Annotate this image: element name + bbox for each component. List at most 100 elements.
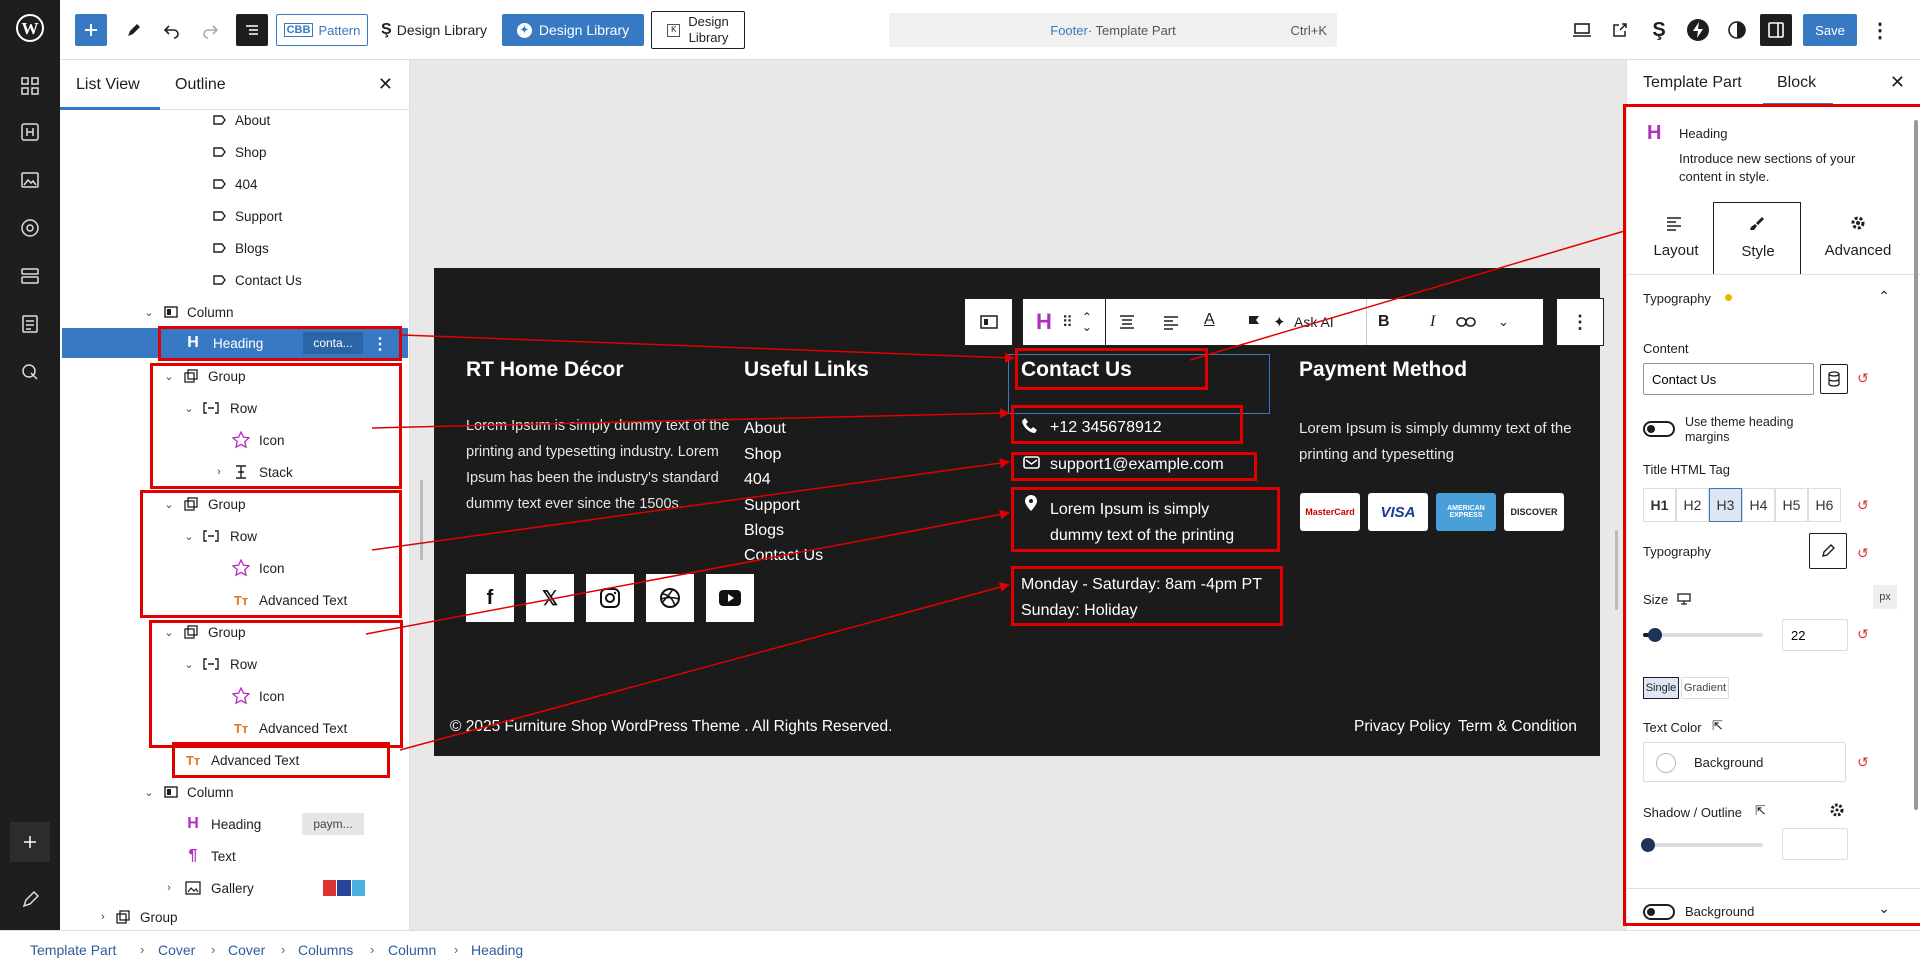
ask-ai-button[interactable]: Ask AI: [1294, 314, 1334, 330]
tab-block[interactable]: Block: [1777, 74, 1816, 92]
block-options-icon[interactable]: ⋮: [1556, 298, 1604, 346]
list-item[interactable]: › Group: [60, 905, 408, 929]
external-link-icon[interactable]: [1606, 14, 1634, 46]
dribbble-icon[interactable]: [646, 574, 694, 622]
chevron-down-icon[interactable]: ⌄: [182, 657, 196, 671]
list-item[interactable]: Tт Advanced Text: [60, 745, 408, 775]
panel-scrollbar[interactable]: [1914, 120, 1918, 810]
brand-heading[interactable]: RT Home Décor: [466, 358, 624, 382]
list-item[interactable]: › Gallery: [60, 873, 408, 903]
lightning-icon[interactable]: [1684, 14, 1712, 46]
list-item[interactable]: ⌄ Row: [60, 521, 408, 551]
gradient-color-button[interactable]: Gradient: [1681, 677, 1729, 699]
link-icon[interactable]: [1456, 315, 1476, 329]
reset-icon[interactable]: ↺: [1857, 545, 1869, 562]
content-input[interactable]: [1643, 363, 1814, 395]
unit-selector[interactable]: px: [1873, 585, 1897, 609]
align-text-icon[interactable]: [1162, 313, 1180, 331]
reset-icon[interactable]: ↺: [1857, 754, 1869, 771]
list-item[interactable]: Tт Advanced Text: [60, 713, 408, 743]
list-item[interactable]: Contact Us: [60, 265, 408, 295]
footer-link-blogs[interactable]: Blogs: [744, 522, 784, 540]
chevron-down-icon[interactable]: ⌄: [162, 625, 176, 639]
list-item[interactable]: About: [60, 105, 408, 135]
contact-address[interactable]: Lorem Ipsum is simply dummy text of the …: [1050, 497, 1234, 549]
payment-text[interactable]: Lorem Ipsum is simply dummy text of the …: [1299, 416, 1589, 468]
desktop-preview-icon[interactable]: [1568, 14, 1596, 46]
list-item[interactable]: ¶ Text: [60, 841, 408, 871]
list-item[interactable]: ⌄ Row: [60, 649, 408, 679]
patterns-icon[interactable]: [14, 70, 46, 102]
chevron-right-icon[interactable]: ›: [96, 910, 110, 924]
design-library-button-1[interactable]: Ş Design Library: [378, 14, 490, 46]
chevron-down-icon[interactable]: ⌄: [1878, 900, 1890, 917]
footer-link-shop[interactable]: Shop: [744, 446, 781, 464]
tab-style[interactable]: Style: [1713, 202, 1801, 274]
close-icon[interactable]: ✕: [1890, 72, 1905, 93]
footer-link-support[interactable]: Support: [744, 497, 800, 515]
chevron-down-icon[interactable]: ⌄: [162, 497, 176, 511]
pencil-icon[interactable]: [14, 884, 46, 916]
footer-link-404[interactable]: 404: [744, 471, 771, 489]
tag-h6-button[interactable]: H6: [1808, 488, 1841, 522]
pages-icon[interactable]: [14, 308, 46, 340]
text-color-icon[interactable]: A: [1204, 311, 1215, 329]
breadcrumb-column[interactable]: Column: [388, 942, 436, 958]
list-item-selected[interactable]: H Heading conta... ⋮: [62, 328, 408, 358]
breadcrumb-template-part[interactable]: Template Part: [30, 942, 116, 958]
slider-thumb[interactable]: [1648, 628, 1662, 642]
inserter-button[interactable]: [75, 14, 107, 46]
close-icon[interactable]: ✕: [378, 74, 393, 95]
breadcrumb-cover-1[interactable]: Cover: [158, 942, 195, 958]
chevron-down-icon[interactable]: ⌄: [182, 529, 196, 543]
options-menu-icon[interactable]: ⋮: [372, 334, 388, 354]
gear-icon[interactable]: [1829, 802, 1845, 818]
shadow-slider[interactable]: [1641, 838, 1763, 852]
undo-icon[interactable]: [158, 14, 186, 46]
chevron-down-icon[interactable]: ⌄: [142, 305, 156, 319]
tag-h3-button[interactable]: H3: [1709, 488, 1742, 522]
list-item[interactable]: ⌄ Column: [60, 297, 408, 327]
heading-icon[interactable]: H: [1036, 309, 1052, 335]
chevron-down-icon[interactable]: ⌄: [182, 401, 196, 415]
chevron-down-icon[interactable]: ⌄: [1498, 314, 1509, 330]
list-item[interactable]: ⌄ Row: [60, 393, 408, 423]
list-item[interactable]: Icon: [60, 553, 408, 583]
tab-template-part[interactable]: Template Part: [1643, 74, 1742, 92]
links-heading[interactable]: Useful Links: [744, 358, 869, 382]
list-item[interactable]: › Stack: [60, 457, 408, 487]
reset-icon[interactable]: ↺: [1857, 497, 1869, 514]
slider-thumb[interactable]: [1641, 838, 1655, 852]
command-palette-bar[interactable]: Footer · Template Part Ctrl+K: [889, 13, 1337, 47]
redo-icon[interactable]: [196, 14, 224, 46]
align-block-icon[interactable]: [1118, 313, 1136, 331]
tab-outline[interactable]: Outline: [175, 76, 226, 94]
chevron-up-icon[interactable]: ⌃: [1878, 288, 1890, 305]
list-item[interactable]: Support: [60, 201, 408, 231]
chevron-down-icon[interactable]: ⌄: [142, 785, 156, 799]
list-item[interactable]: ⌄ Group: [60, 489, 408, 519]
list-item[interactable]: ⌄ Group: [60, 361, 408, 391]
chevron-right-icon[interactable]: ›: [162, 881, 176, 895]
ai-sparkle-icon[interactable]: ✦: [1273, 313, 1286, 331]
text-color-picker[interactable]: Background: [1643, 742, 1846, 782]
design-library-button-2[interactable]: ✦ Design Library: [502, 14, 644, 46]
size-slider[interactable]: [1643, 628, 1763, 642]
x-twitter-icon[interactable]: 𝕏: [526, 574, 574, 622]
media-icon[interactable]: [14, 164, 46, 196]
list-item[interactable]: H Heading paym...: [60, 809, 408, 839]
privacy-link[interactable]: Privacy Policy: [1354, 718, 1450, 736]
youtube-icon[interactable]: [706, 574, 754, 622]
breadcrumb-cover-2[interactable]: Cover: [228, 942, 265, 958]
tab-list-view[interactable]: List View: [76, 76, 140, 94]
tab-advanced[interactable]: Advanced: [1803, 202, 1913, 272]
tag-h4-button[interactable]: H4: [1742, 488, 1775, 522]
templates-icon[interactable]: [14, 260, 46, 292]
dynamic-content-icon[interactable]: [1820, 364, 1848, 394]
list-item[interactable]: Icon: [60, 681, 408, 711]
theme-margins-toggle[interactable]: [1643, 421, 1675, 437]
tag-h2-button[interactable]: H2: [1676, 488, 1709, 522]
list-item[interactable]: Blogs: [60, 233, 408, 263]
facebook-icon[interactable]: f: [466, 574, 514, 622]
parent-select-button[interactable]: [964, 298, 1013, 346]
